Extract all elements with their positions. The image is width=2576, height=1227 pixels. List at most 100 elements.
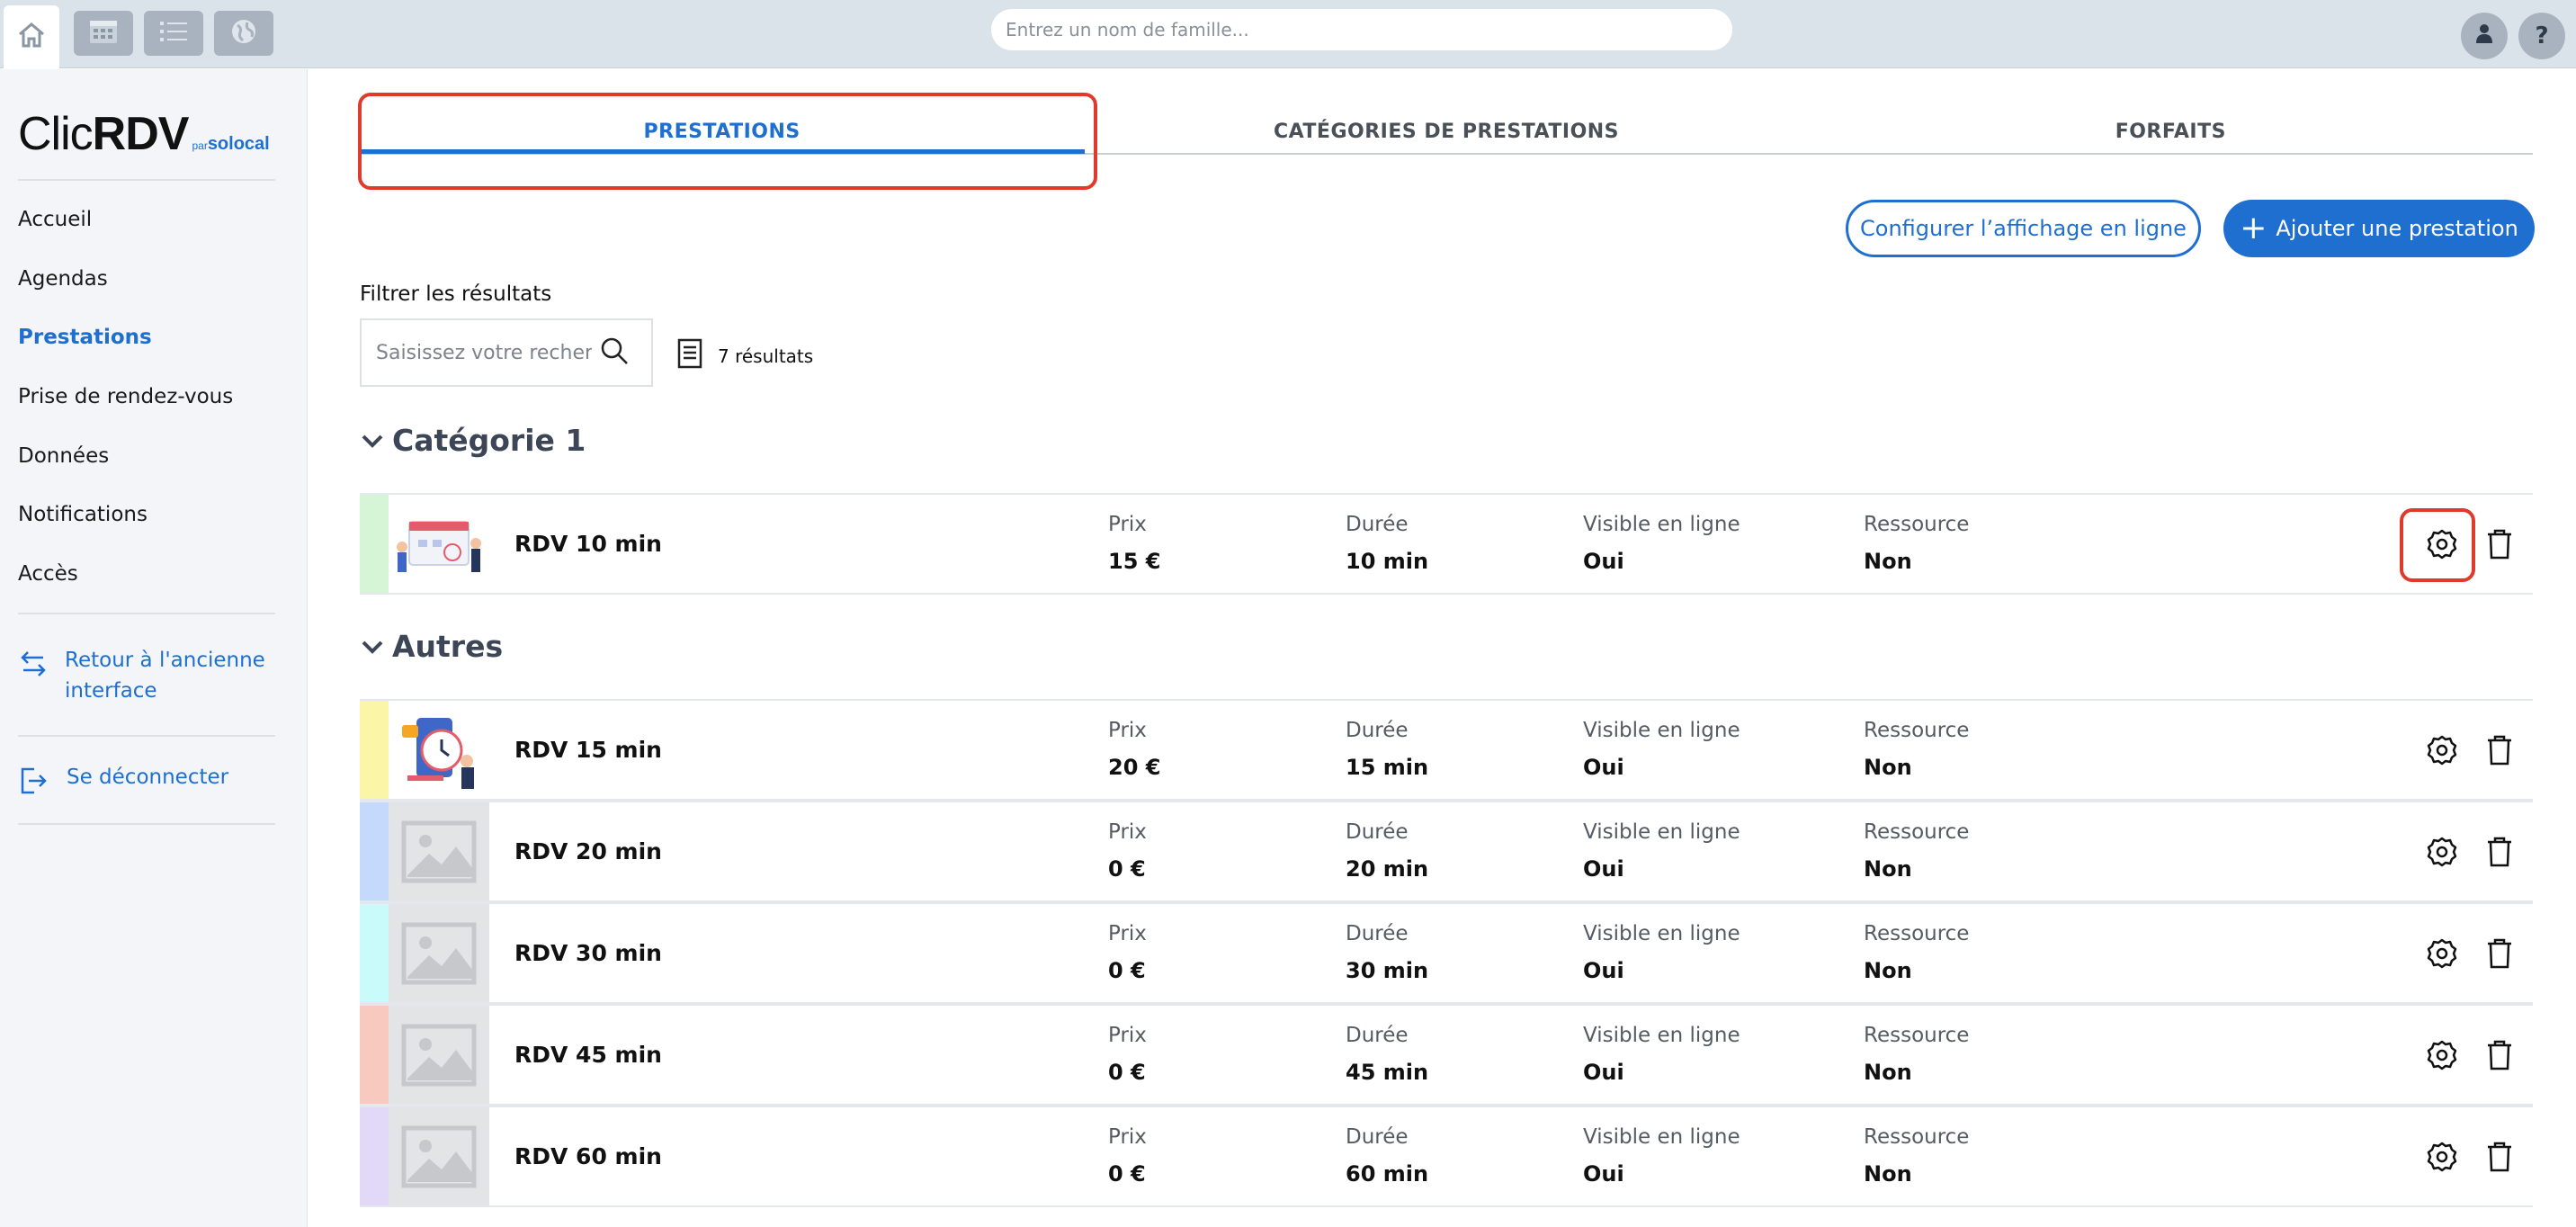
price-field: Prix 20 € xyxy=(1108,719,1160,780)
plus-icon: + xyxy=(2240,210,2267,246)
search-icon[interactable] xyxy=(599,336,630,370)
service-row[interactable]: RDV 45 min Prix 0 € Durée 45 min Visible… xyxy=(360,1004,2533,1106)
trash-icon xyxy=(2488,735,2511,766)
delete-button[interactable] xyxy=(2481,525,2518,563)
visible-online-field: Visible en ligne Oui xyxy=(1583,513,1740,574)
visible-online-field: Visible en ligne Oui xyxy=(1583,1024,1740,1085)
sidebar-item-notifications[interactable]: Notifications xyxy=(18,503,148,526)
duration-value: 45 min xyxy=(1346,1060,1429,1085)
resource-field: Ressource Non xyxy=(1864,513,1969,574)
visible-online-label: Visible en ligne xyxy=(1583,1125,1740,1149)
duration-field: Durée 15 min xyxy=(1346,719,1428,780)
service-color-strip xyxy=(360,701,389,799)
back-to-old-interface-link[interactable]: Retour à l'ancienne interface xyxy=(18,645,279,706)
resource-field: Ressource Non xyxy=(1864,719,1969,780)
price-label: Prix xyxy=(1108,1024,1147,1047)
price-field: Prix 0 € xyxy=(1108,1125,1147,1187)
duration-field: Durée 20 min xyxy=(1346,820,1428,882)
resource-value: Non xyxy=(1864,549,1912,574)
tab-forfaits[interactable]: FORFAITS xyxy=(1809,108,2533,153)
filter-search-box[interactable] xyxy=(360,318,653,387)
sidebar-item-prestations[interactable]: Prestations xyxy=(18,326,152,349)
image-placeholder-icon xyxy=(389,904,489,1002)
sidebar-divider xyxy=(18,613,275,614)
sidebar-item-acces[interactable]: Accès xyxy=(18,562,78,586)
duration-field: Durée 60 min xyxy=(1346,1125,1428,1187)
row-actions xyxy=(2423,1036,2518,1074)
home-tab[interactable] xyxy=(4,5,59,68)
globe-button[interactable] xyxy=(214,11,273,56)
resource-field: Ressource Non xyxy=(1864,922,1969,983)
category-title: Catégorie 1 xyxy=(392,423,586,458)
duration-field: Durée 45 min xyxy=(1346,1024,1428,1085)
service-name: RDV 45 min xyxy=(514,1042,662,1068)
service-row[interactable]: RDV 10 min Prix 15 € Durée 10 min Visibl… xyxy=(360,493,2533,595)
logout-link[interactable]: Se déconnecter xyxy=(18,762,228,805)
resource-value: Non xyxy=(1864,755,1912,780)
image-placeholder-icon xyxy=(389,1006,489,1104)
settings-button[interactable] xyxy=(2423,1036,2461,1074)
visible-online-field: Visible en ligne Oui xyxy=(1583,922,1740,983)
row-actions xyxy=(2423,1138,2518,1176)
tab-categories-de-prestations[interactable]: CATÉGORIES DE PRESTATIONS xyxy=(1084,108,1808,153)
settings-button[interactable] xyxy=(2423,833,2461,871)
price-label: Prix xyxy=(1108,719,1147,742)
delete-button[interactable] xyxy=(2481,935,2518,972)
service-color-strip xyxy=(360,904,389,1002)
settings-button[interactable] xyxy=(2423,1138,2461,1176)
clicrdv-logo: ClicRDV parsolocal xyxy=(18,108,270,160)
configure-online-display-button[interactable]: Configurer l’affichage en ligne xyxy=(1846,200,2201,257)
delete-button[interactable] xyxy=(2481,731,2518,769)
sidebar-item-agendas[interactable]: Agendas xyxy=(18,267,108,291)
trash-icon xyxy=(2488,938,2511,969)
price-field: Prix 0 € xyxy=(1108,1024,1147,1085)
settings-button[interactable] xyxy=(2423,731,2461,769)
sidebar-item-donnees[interactable]: Données xyxy=(18,444,109,468)
family-name-search-input[interactable] xyxy=(1006,19,1732,40)
list-button[interactable] xyxy=(144,11,203,56)
resource-label: Ressource xyxy=(1864,513,1970,536)
delete-button[interactable] xyxy=(2481,833,2518,871)
resource-label: Ressource xyxy=(1864,1125,1970,1149)
resource-value: Non xyxy=(1864,856,1912,882)
calendar-icon xyxy=(88,18,119,49)
price-value: 0 € xyxy=(1108,1060,1146,1085)
resource-value: Non xyxy=(1864,1161,1912,1187)
chevron-down-icon[interactable] xyxy=(360,423,392,458)
help-button[interactable]: ? xyxy=(2518,13,2565,59)
duration-label: Durée xyxy=(1346,820,1409,844)
filter-search-input[interactable] xyxy=(376,341,592,364)
sidebar-item-prise-de-rendez-vous[interactable]: Prise de rendez-vous xyxy=(18,385,233,408)
price-field: Prix 0 € xyxy=(1108,922,1147,983)
visible-online-value: Oui xyxy=(1583,856,1624,882)
settings-button[interactable] xyxy=(2423,935,2461,972)
sidebar-item-accueil[interactable]: Accueil xyxy=(18,208,92,231)
visible-online-label: Visible en ligne xyxy=(1583,820,1740,844)
delete-button[interactable] xyxy=(2481,1036,2518,1074)
duration-value: 60 min xyxy=(1346,1161,1429,1187)
visible-online-field: Visible en ligne Oui xyxy=(1583,820,1740,882)
service-row[interactable]: RDV 20 min Prix 0 € Durée 20 min Visible… xyxy=(360,801,2533,902)
price-value: 0 € xyxy=(1108,1161,1146,1187)
service-row[interactable]: RDV 15 min Prix 20 € Durée 15 min Visibl… xyxy=(360,699,2533,801)
category-header[interactable]: Catégorie 1 xyxy=(360,423,586,458)
image-placeholder-icon xyxy=(389,1107,489,1205)
service-name: RDV 30 min xyxy=(514,940,662,966)
category-header[interactable]: Autres xyxy=(360,629,503,664)
family-name-search[interactable] xyxy=(991,9,1732,50)
price-field: Prix 0 € xyxy=(1108,820,1147,882)
add-service-label: Ajouter une prestation xyxy=(2276,216,2518,241)
duration-label: Durée xyxy=(1346,922,1409,945)
service-row[interactable]: RDV 30 min Prix 0 € Durée 30 min Visible… xyxy=(360,902,2533,1004)
user-account-button[interactable] xyxy=(2461,13,2508,59)
service-name: RDV 60 min xyxy=(514,1143,662,1169)
calendar-button[interactable] xyxy=(74,11,133,56)
add-service-button[interactable]: + Ajouter une prestation xyxy=(2223,200,2535,257)
document-icon xyxy=(676,338,718,373)
delete-button[interactable] xyxy=(2481,1138,2518,1176)
service-row[interactable]: RDV 60 min Prix 0 € Durée 60 min Visible… xyxy=(360,1106,2533,1207)
resource-label: Ressource xyxy=(1864,820,1970,844)
chevron-down-icon[interactable] xyxy=(360,629,392,664)
sidebar: ClicRDV parsolocal Accueil Agendas Presta… xyxy=(0,69,308,1227)
user-icon xyxy=(2473,22,2495,50)
